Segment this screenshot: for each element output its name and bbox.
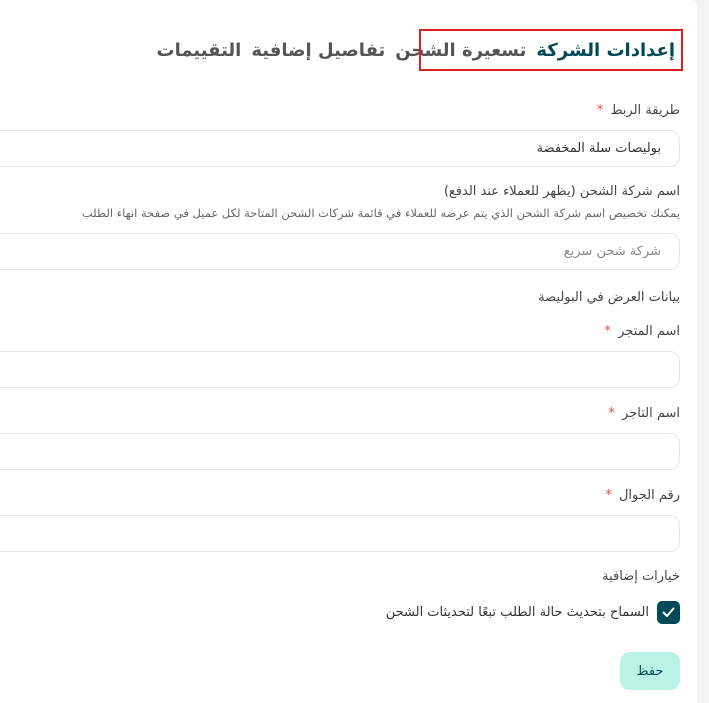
tab-shipping-pricing[interactable]: تسعيرة الشحن [390, 40, 531, 61]
mobile-label: رقم الجوال * [605, 488, 680, 503]
mobile-label-text: رقم الجوال [618, 488, 680, 503]
required-mark: * [604, 324, 611, 339]
merchant-name-field-wrap [0, 433, 680, 470]
carrier-name-field-wrap [0, 233, 680, 270]
carrier-name-helper: يمكنك تخصيص اسم شركة الشحن الذي يتم عرضه… [81, 206, 680, 220]
extra-options-title: خيارات إضافية [602, 569, 680, 584]
check-icon [662, 607, 675, 617]
link-method-label: طريقة الربط * [597, 103, 680, 118]
store-name-label: اسم المتجر * [604, 324, 680, 339]
allow-status-update-row: السماح بتحديث حالة الطلب تبعًا لتحديثات … [386, 601, 680, 624]
tab-company-settings[interactable]: إعدادات الشركة [531, 40, 680, 61]
carrier-name-label: اسم شركة الشحن (يظهر للعملاء عند الدفع) [443, 184, 680, 199]
store-name-input[interactable] [7, 352, 661, 387]
required-mark: * [605, 488, 612, 503]
link-method-value: بوليصات سلة المخفضة [536, 141, 661, 156]
link-method-select[interactable]: بوليصات سلة المخفضة [0, 130, 680, 167]
merchant-name-label: اسم التاجر * [608, 406, 680, 421]
save-button[interactable]: حفظ [620, 652, 680, 690]
required-mark: * [596, 103, 604, 118]
store-name-field-wrap [0, 351, 680, 388]
tab-additional-details[interactable]: تفاصيل إضافية [246, 40, 390, 61]
settings-panel: إعدادات الشركة تسعيرة الشحن تفاصيل إضافي… [0, 0, 697, 703]
required-mark: * [608, 406, 615, 421]
store-name-label-text: اسم المتجر [618, 324, 680, 339]
waybill-display-section-title: بيانات العرض في البوليصة [538, 290, 680, 305]
allow-status-update-checkbox[interactable] [657, 601, 680, 624]
mobile-input[interactable] [7, 516, 661, 551]
merchant-name-label-text: اسم التاجر [622, 406, 680, 421]
mobile-field-wrap [0, 515, 680, 552]
tab-ratings[interactable]: التقييمات [152, 40, 247, 61]
tab-bar: إعدادات الشركة تسعيرة الشحن تفاصيل إضافي… [152, 30, 680, 70]
merchant-name-input[interactable] [7, 434, 661, 469]
carrier-name-input[interactable] [7, 234, 661, 269]
link-method-label-text: طريقة الربط [610, 103, 680, 118]
allow-status-update-label: السماح بتحديث حالة الطلب تبعًا لتحديثات … [385, 605, 649, 620]
